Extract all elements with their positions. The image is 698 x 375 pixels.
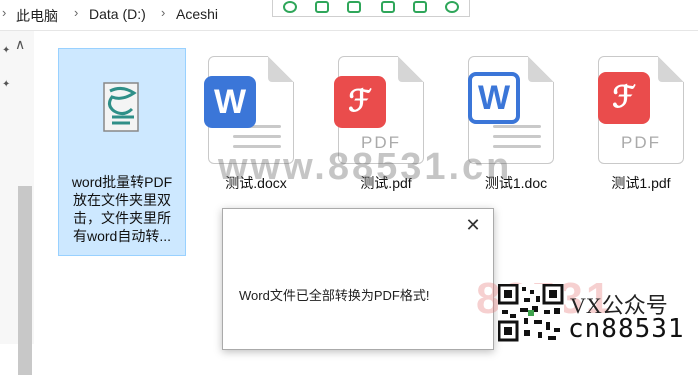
chevron-right-icon: › (74, 5, 79, 20)
message-dialog: ✕ Word文件已全部转换为PDF格式! (222, 208, 494, 350)
pin-icon[interactable]: ✦ (2, 79, 10, 90)
refresh-icon[interactable] (283, 1, 297, 13)
dialog-message: Word文件已全部转换为PDF格式! (239, 288, 430, 303)
expand-icon[interactable] (347, 1, 361, 13)
export-icon[interactable] (413, 1, 427, 13)
pdf-icon: ℱ (598, 72, 650, 124)
qr-code-icon (497, 283, 564, 342)
breadcrumb-aceshi[interactable]: Aceshi (176, 6, 218, 22)
script-icon (100, 81, 144, 135)
breadcrumb-data-drive[interactable]: Data (D:) (89, 6, 146, 22)
settings-icon[interactable] (445, 1, 459, 13)
word-doc-icon: W (468, 72, 520, 124)
scroll-up-icon[interactable]: ∧ (15, 36, 25, 53)
pdf-icon: ℱ (334, 76, 386, 128)
scrollbar-thumb[interactable] (18, 186, 32, 375)
file-item-batch-script[interactable]: word批量转PDF 放在文件夹里双 击，文件夹里所 有word自动转... (58, 48, 186, 256)
watermark-text: www.88531.cn (218, 146, 513, 188)
breadcrumb-this-pc[interactable]: 此电脑 (16, 6, 58, 26)
file-item-test1-pdf[interactable]: PDF ℱ 测试1.pdf (584, 48, 698, 198)
save-icon[interactable] (381, 1, 395, 13)
chevron-right-icon: › (161, 5, 166, 20)
file-label: word批量转PDF 放在文件夹里双 击，文件夹里所 有word自动转... (71, 174, 173, 244)
navigation-pane: ✦ ✦ ∧ (0, 31, 34, 375)
file-label: 测试1.pdf (611, 175, 671, 191)
floating-toolbar (272, 0, 470, 17)
document-icon[interactable] (315, 1, 329, 13)
chevron-right-icon: › (2, 5, 7, 20)
word-icon: W (204, 76, 256, 128)
close-icon[interactable]: ✕ (463, 215, 483, 235)
pin-icon[interactable]: ✦ (2, 45, 10, 56)
promo-cn-text: cn88531 (568, 314, 685, 344)
